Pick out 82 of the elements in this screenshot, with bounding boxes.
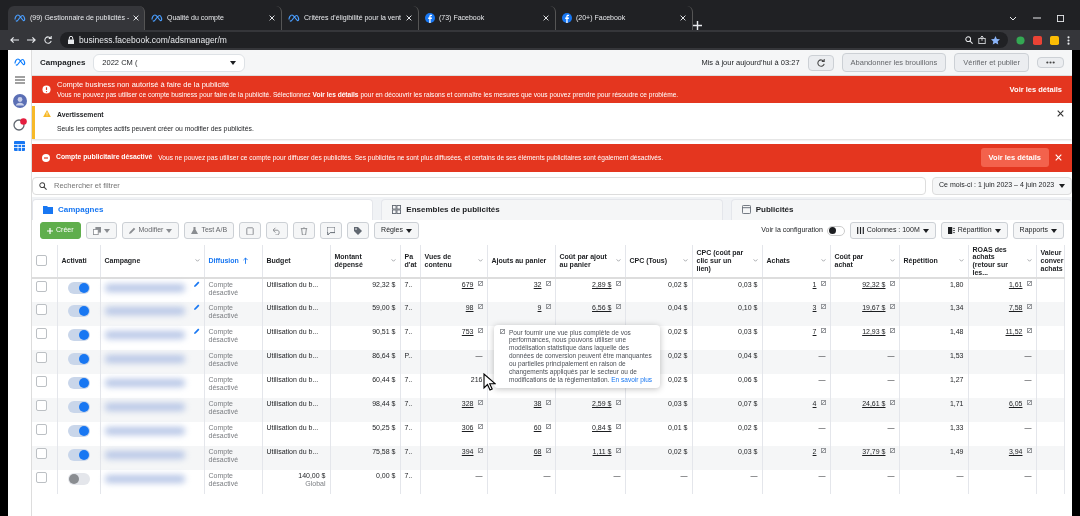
table-icon[interactable] [14, 141, 25, 151]
tag-button[interactable] [347, 222, 370, 239]
page-title: Campagnes [40, 56, 86, 69]
infinity-logo-icon [288, 14, 300, 22]
level-tab[interactable]: Publicités [730, 198, 1072, 220]
campaign-toggle[interactable] [67, 425, 90, 438]
row-checkbox[interactable] [36, 448, 47, 460]
infinity-logo-icon [151, 14, 163, 22]
notification-badge-icon[interactable] [12, 118, 27, 131]
more-options-icon [1046, 61, 1055, 64]
campaign-toggle[interactable] [67, 353, 90, 366]
campaign-toggle[interactable] [67, 329, 90, 342]
campaign-toggle[interactable] [67, 401, 90, 414]
caret-icon [1059, 183, 1066, 188]
row-checkbox[interactable] [36, 328, 47, 340]
trash-button[interactable] [293, 222, 316, 239]
alert-circle-icon [42, 85, 51, 95]
trash-icon [300, 226, 309, 235]
clipboard-button[interactable] [239, 222, 262, 239]
row-checkbox[interactable] [36, 352, 47, 364]
caret-icon [166, 228, 173, 233]
letter-f-circle-icon [562, 13, 572, 23]
model-data-icon [500, 328, 505, 334]
grid-icon [392, 205, 402, 214]
url-text[interactable]: business.facebook.com/adsmanager/m [79, 33, 227, 47]
minus-circle-icon [42, 153, 50, 162]
menu-icon[interactable] [14, 76, 25, 84]
config-toggle[interactable] [826, 225, 845, 236]
campaign-toggle[interactable] [67, 282, 90, 295]
caret-icon [230, 60, 237, 65]
chat-icon [327, 226, 336, 235]
search-icon[interactable] [965, 36, 973, 44]
refresh-icon [816, 58, 825, 67]
undo-button[interactable] [266, 222, 289, 239]
clipboard-icon [246, 226, 255, 235]
campaign-toggle[interactable] [67, 449, 90, 462]
infinity-logo-icon [13, 58, 26, 66]
row-checkbox[interactable] [36, 424, 47, 436]
close-icon[interactable] [1057, 110, 1064, 118]
level-tab[interactable]: Ensembles de publicités [381, 198, 723, 220]
flask-icon [191, 227, 199, 234]
campaign-toggle[interactable] [67, 473, 90, 486]
sort-up-arrow-icon [242, 257, 248, 265]
lock-icon [68, 36, 74, 44]
star-icon[interactable] [991, 35, 1000, 45]
row-checkbox[interactable] [36, 376, 47, 388]
row-checkbox[interactable] [36, 304, 47, 316]
select-all-checkbox[interactable] [36, 254, 47, 266]
duplicate-icon [92, 226, 101, 235]
tag-icon [354, 226, 363, 235]
caret-icon [994, 228, 1001, 233]
forward-arrow-icon[interactable] [27, 36, 36, 44]
more-button[interactable] [1037, 57, 1064, 68]
pencil-icon [128, 227, 136, 234]
chat-button[interactable] [320, 222, 343, 239]
caret-icon [1051, 228, 1057, 233]
warning-triangle-icon [43, 110, 51, 118]
reload-icon[interactable] [44, 36, 52, 44]
breakdown-icon [947, 227, 955, 234]
row-checkbox[interactable] [36, 400, 47, 412]
columns-icon [856, 227, 864, 234]
restore-icon[interactable] [1057, 14, 1064, 22]
campaign-toggle[interactable] [67, 305, 90, 318]
caret-icon [922, 228, 929, 233]
caret-icon [103, 228, 110, 233]
level-tab[interactable]: Campagnes [32, 198, 374, 220]
row-checkbox[interactable] [36, 472, 47, 484]
campaign-toggle[interactable] [67, 377, 90, 390]
caret-icon [405, 228, 412, 233]
more-options-icon[interactable] [1067, 35, 1070, 45]
infinity-logo-icon [14, 14, 26, 22]
undo-icon [273, 226, 282, 235]
avatar-icon[interactable] [12, 94, 27, 108]
refresh-button[interactable] [807, 54, 834, 71]
search-icon [39, 181, 47, 190]
back-arrow-icon[interactable] [10, 36, 19, 44]
letter-f-circle-icon [425, 13, 435, 23]
row-checkbox[interactable] [36, 281, 47, 293]
share-icon[interactable] [978, 36, 986, 44]
page-icon [741, 205, 751, 214]
folder-icon [43, 205, 53, 214]
plus-icon [47, 227, 53, 234]
